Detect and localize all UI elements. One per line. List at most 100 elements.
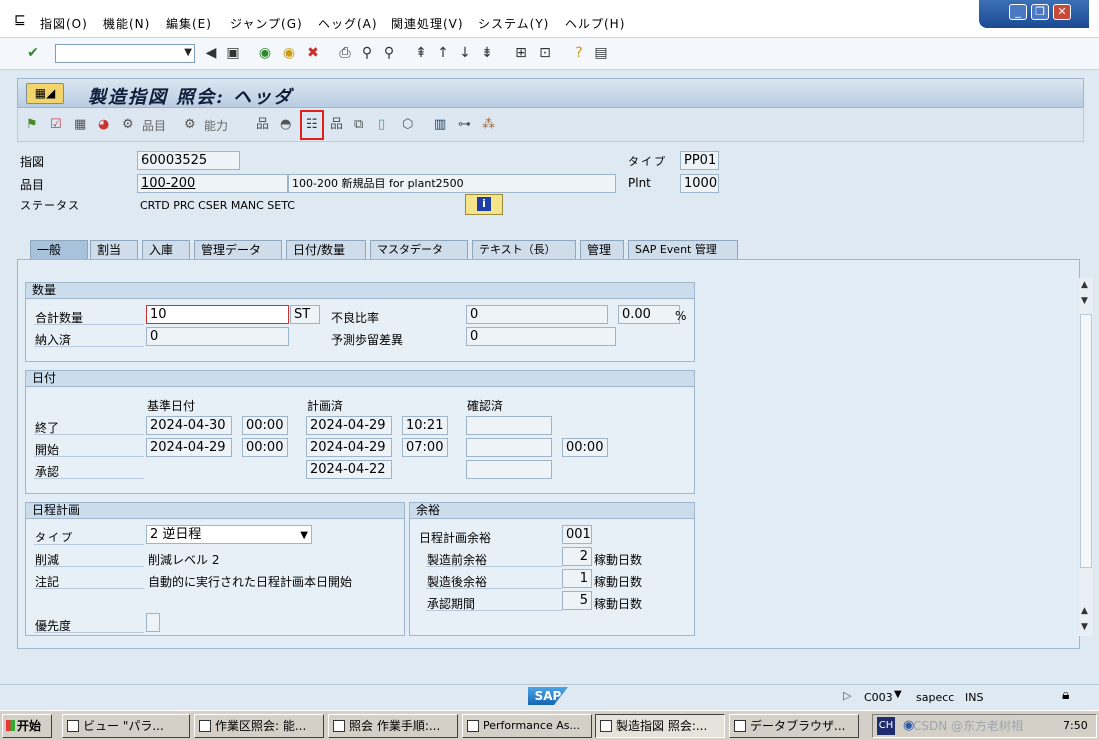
priority-field[interactable] [146, 613, 160, 632]
enter-icon[interactable]: ✔ [24, 44, 42, 62]
structure-icon[interactable]: ⁂ [482, 116, 495, 134]
chevron-down-icon[interactable]: ▼ [184, 47, 192, 58]
sm-key-field[interactable]: 001 [562, 525, 592, 544]
menu-button[interactable]: ▦◢ [26, 83, 64, 104]
scroll-up-icon[interactable]: ▲ [1081, 606, 1088, 616]
end-basic-date[interactable]: 2024-04-30 [146, 416, 232, 435]
start-basic-time[interactable]: 00:00 [242, 438, 288, 457]
capacity-icon[interactable]: ⚙ [184, 116, 196, 134]
network-icon[interactable]: 品 [330, 116, 343, 134]
print-icon[interactable]: ⎙ [336, 44, 354, 62]
menu-environment[interactable]: 関連処理(V) [391, 15, 464, 32]
scrap-percent-field[interactable]: 0.00 [618, 305, 680, 324]
status-label: ステータス [20, 199, 80, 212]
menu-edit[interactable]: 編集(E) [166, 15, 212, 32]
hat-icon[interactable]: ◓ [280, 116, 291, 134]
tab-master-data[interactable]: マスタデータ [370, 240, 468, 260]
task-routing[interactable]: 照会 作業手順:... [328, 714, 458, 738]
tab-goods-receipt[interactable]: 入庫 [142, 240, 190, 260]
restore-button[interactable]: ❐ [1031, 4, 1049, 20]
chevron-down-icon[interactable]: ▼ [894, 689, 902, 700]
type-field[interactable]: PP01 [680, 151, 719, 170]
scroll-thumb[interactable] [1080, 314, 1092, 568]
components-icon[interactable]: ⚙ [122, 116, 134, 134]
float-after-field: 1 [562, 569, 592, 588]
find-icon[interactable]: ⚲ [358, 44, 376, 62]
components-label[interactable]: 品目 [142, 117, 166, 134]
pie-icon[interactable]: ◕ [98, 116, 109, 134]
menu-function[interactable]: 機能(N) [103, 15, 150, 32]
tab-general[interactable]: 一般 [30, 240, 88, 260]
table-icon[interactable]: ▥ [434, 116, 446, 134]
tab-dates-quantities[interactable]: 日付/数量 [286, 240, 366, 260]
back-icon[interactable]: ◉ [256, 44, 274, 62]
app-menu-icon[interactable]: ⊑ [14, 12, 26, 28]
command-field[interactable]: ▼ [55, 44, 195, 63]
checklist-icon[interactable]: ☑ [50, 116, 62, 134]
back-arrow-icon[interactable]: ◀ [202, 44, 220, 62]
flag-icon[interactable]: ⚑ [26, 116, 38, 134]
start-button[interactable]: 开始 [2, 714, 52, 738]
end-basic-time[interactable]: 00:00 [242, 416, 288, 435]
shortcut-icon[interactable]: ⊡ [536, 44, 554, 62]
find-next-icon[interactable]: ⚲ [380, 44, 398, 62]
help-icon[interactable]: ? [570, 44, 588, 62]
next-page-icon[interactable]: ↓ [456, 44, 474, 62]
last-page-icon[interactable]: ⇟ [478, 44, 496, 62]
language-indicator[interactable]: CH [877, 717, 895, 735]
minimize-button[interactable]: _ [1009, 4, 1027, 20]
hierarchy-icon[interactable]: 品 [256, 116, 269, 134]
menu-goto[interactable]: ジャンプ(G) [230, 15, 303, 32]
status-info-button[interactable]: i [465, 194, 503, 215]
task-label: 製造指図 照会:... [616, 719, 708, 733]
task-production-order[interactable]: 製造指図 照会:... [595, 714, 725, 738]
menu-system[interactable]: システム(Y) [478, 15, 549, 32]
cancel-icon[interactable]: ✖ [304, 44, 322, 62]
save-icon[interactable]: ▣ [224, 44, 242, 62]
box-icon[interactable]: ⬡ [402, 116, 413, 134]
prev-page-icon[interactable]: ↑ [434, 44, 452, 62]
task-work-center[interactable]: 作業区照会: 能... [194, 714, 324, 738]
tab-long-text[interactable]: テキスト（長） [472, 240, 576, 260]
copy-icon[interactable]: ⧉ [354, 116, 363, 134]
menu-bar: ⊑ 指図(O) 機能(N) 編集(E) ジャンプ(G) ヘッグ(A) 関連処理(… [0, 0, 1099, 38]
exit-icon[interactable]: ◉ [280, 44, 298, 62]
layout-icon[interactable]: ▤ [592, 44, 610, 62]
task-data-browser[interactable]: データブラウザ... [729, 714, 859, 738]
start-basic-date[interactable]: 2024-04-29 [146, 438, 232, 457]
application-toolbar: ⚑ ☑ ▦ ◕ ⚙ 品目 ⚙ 能力 品 ◓ ☷ 品 ⧉ ▯ ⬡ ▥ ⊶ ⁂ [17, 108, 1084, 142]
tab-assignment[interactable]: 割当 [90, 240, 138, 260]
window-icon [199, 720, 211, 732]
new-session-icon[interactable]: ⊞ [512, 44, 530, 62]
menu-header[interactable]: ヘッグ(A) [318, 15, 378, 32]
scrap-field[interactable]: 0 [466, 305, 608, 324]
total-qty-field[interactable]: 10 [146, 305, 289, 324]
menu-help[interactable]: ヘルプ(H) [565, 15, 625, 32]
scroll-bottom-icon[interactable]: ▼ [1081, 622, 1088, 632]
unit-field[interactable]: ST [290, 305, 320, 324]
tab-administration[interactable]: 管理 [580, 240, 624, 260]
material-field[interactable]: 100-200 [137, 174, 288, 193]
status-play-icon[interactable]: ▷ [843, 689, 851, 702]
document-icon[interactable]: ▯ [378, 116, 385, 134]
calculator-icon[interactable]: ▦ [74, 116, 86, 134]
tab-control-data[interactable]: 管理データ [194, 240, 282, 260]
server-indicator: sapecc [916, 691, 955, 704]
first-page-icon[interactable]: ⇞ [412, 44, 430, 62]
chevron-down-icon[interactable]: ▼ [300, 527, 308, 543]
tree-icon[interactable]: ⊶ [458, 116, 471, 134]
start-scheduled-date: 2024-04-29 [306, 438, 392, 457]
sched-type-dropdown[interactable]: 2 逆日程 ▼ [146, 525, 312, 544]
expected-yield-field: 0 [466, 327, 616, 346]
plant-field[interactable]: 1000 [680, 174, 719, 193]
tab-sap-event-management[interactable]: SAP Event 管理 [628, 240, 738, 260]
order-field[interactable]: 60003525 [137, 151, 240, 170]
menu-order[interactable]: 指図(O) [40, 15, 88, 32]
vertical-scrollbar[interactable]: ▲ ▼ ▲ ▼ [1079, 278, 1093, 636]
scroll-top-icon[interactable]: ▲ [1081, 280, 1088, 290]
task-performance[interactable]: Performance As... [462, 714, 592, 738]
close-button[interactable]: ✕ [1053, 4, 1071, 20]
task-view-params[interactable]: ビュー "パラ... [62, 714, 190, 738]
scroll-down-icon[interactable]: ▼ [1081, 296, 1088, 306]
capacity-label[interactable]: 能力 [204, 117, 228, 134]
